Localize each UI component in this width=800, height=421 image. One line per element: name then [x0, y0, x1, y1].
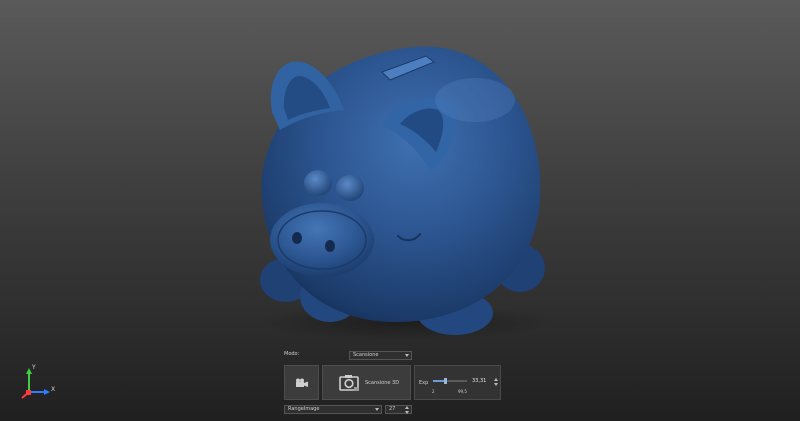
spin-down-icon[interactable] [405, 411, 409, 414]
exposure-value[interactable]: 33,31 [472, 379, 486, 384]
y-axis-label: Y [32, 364, 36, 371]
chevron-down-icon [405, 354, 409, 357]
3d-viewport[interactable]: Y X Modo: Scansione Scansione 3D Exp 2 9… [0, 0, 800, 421]
count-spinbox[interactable]: 27 [385, 405, 412, 414]
pig-nostril-right [325, 240, 335, 252]
scan-3d-label: Scansione 3D [365, 380, 400, 386]
exposure-slider[interactable] [433, 378, 467, 384]
exposure-max: 99,5 [458, 389, 467, 394]
exposure-group: Exp 2 99,5 33,31 [414, 365, 501, 400]
camera-button[interactable] [284, 365, 319, 400]
x-axis-arrowhead [44, 389, 50, 395]
mode-select-value: Scansione [353, 352, 379, 358]
view-mode-select[interactable]: RangeImage [284, 405, 382, 414]
mode-select[interactable]: Scansione [349, 351, 412, 360]
pig-nostril-left [292, 232, 302, 244]
pig-snout [270, 203, 374, 277]
pig-eye-left [304, 170, 332, 196]
exposure-slider-handle[interactable] [444, 378, 448, 384]
exposure-label: Exp [419, 380, 429, 386]
body-highlight [435, 78, 515, 122]
scan-3d-button[interactable]: Scansione 3D [322, 365, 411, 400]
axis-gizmo: Y X [14, 362, 64, 406]
exposure-min: 2 [432, 389, 435, 394]
chevron-down-icon [375, 408, 379, 411]
x-axis-label: X [51, 386, 56, 393]
view-mode-value: RangeImage [288, 406, 320, 412]
mode-label: Modo: [284, 351, 300, 357]
count-value: 27 [389, 406, 396, 412]
video-camera-icon [295, 378, 308, 387]
z-axis-marker [26, 390, 31, 395]
exposure-spinner[interactable] [493, 377, 499, 387]
camera-icon [339, 375, 359, 391]
axis-gizmo-arrows [21, 368, 50, 399]
spin-down-icon[interactable] [494, 383, 498, 386]
pig-eye-right [336, 175, 364, 201]
spin-up-icon[interactable] [494, 378, 498, 381]
spin-up-icon[interactable] [405, 406, 409, 409]
